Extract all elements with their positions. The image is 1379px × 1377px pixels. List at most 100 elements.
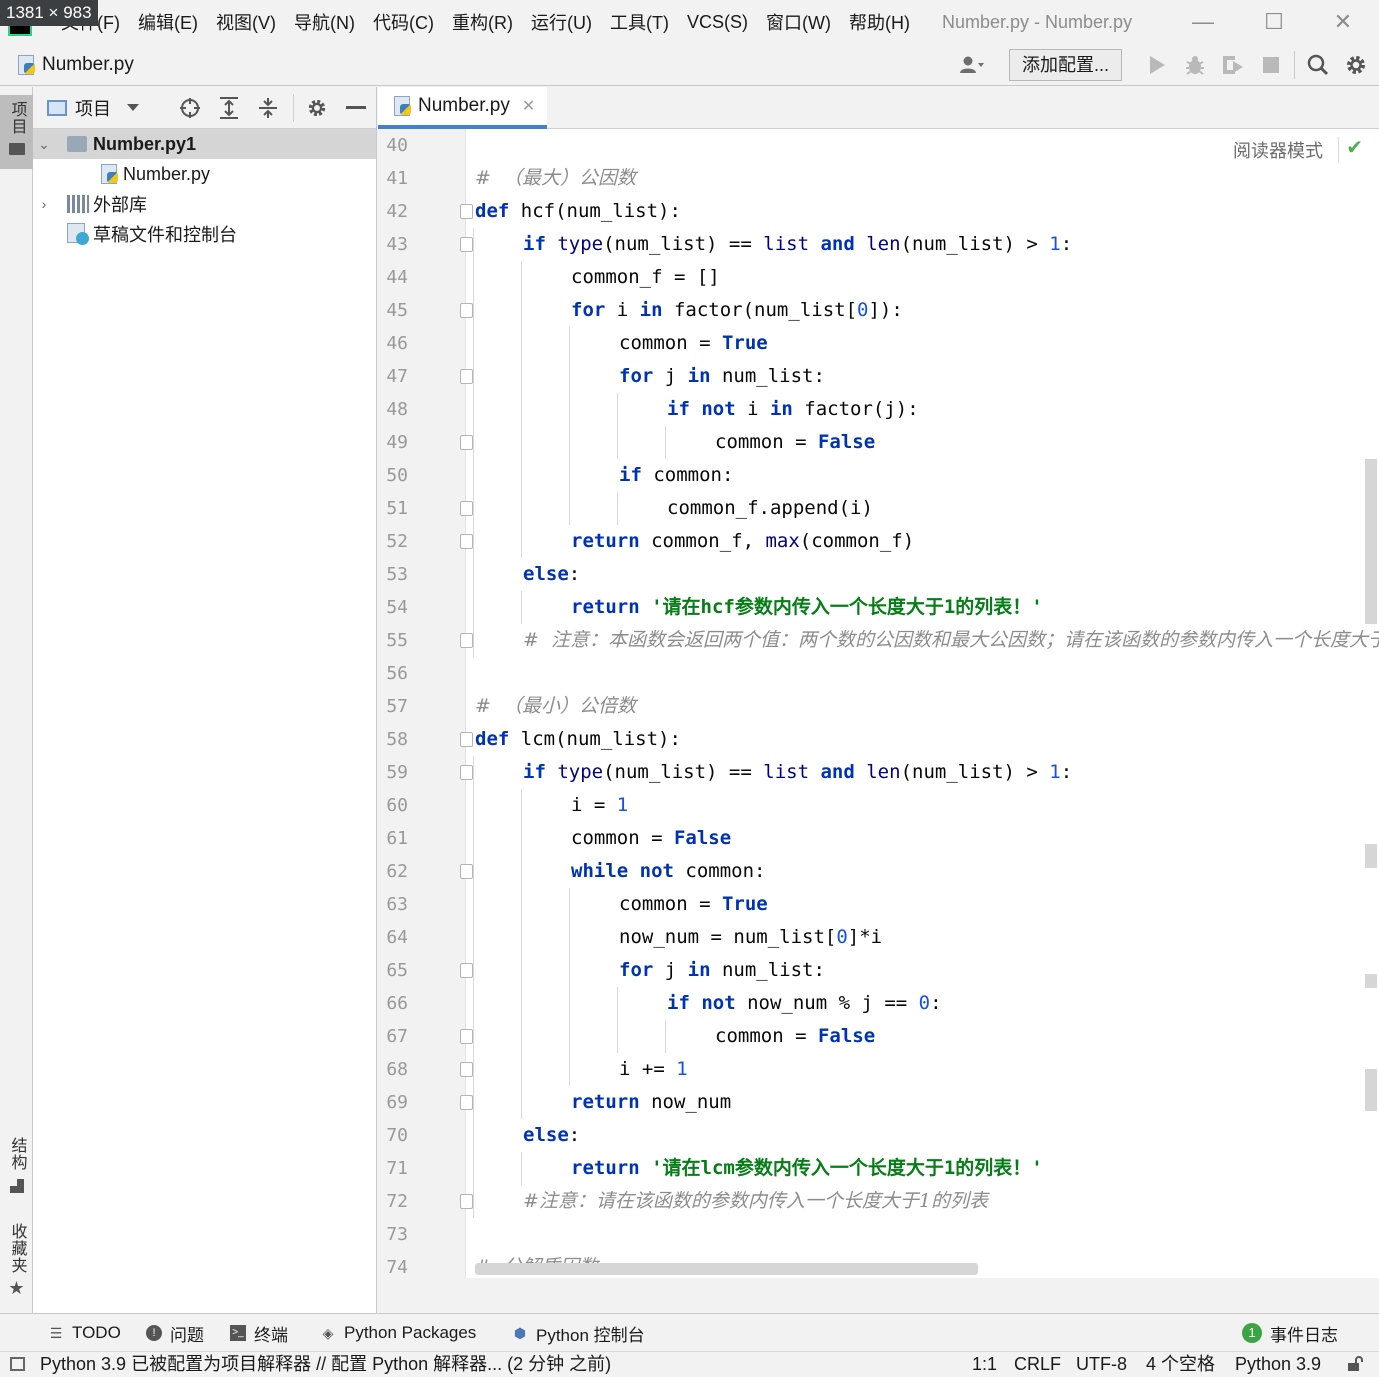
menu-vcs[interactable]: VCS(S) — [678, 12, 757, 33]
hide-panel-icon[interactable] — [341, 93, 371, 123]
menu-help[interactable]: 帮助(H) — [840, 9, 919, 35]
fold-marker-icon[interactable] — [460, 1062, 473, 1077]
project-tool-button[interactable]: 项目 — [0, 95, 33, 169]
code-line[interactable]: 46 common = True — [378, 327, 1379, 360]
code-line[interactable]: 67 common = False — [378, 1020, 1379, 1053]
code-line[interactable]: 62 while not common: — [378, 855, 1379, 888]
python-interpreter[interactable]: Python 3.9 — [1235, 1352, 1321, 1376]
code-line[interactable]: 72 #注意：请在该函数的参数内传入一个长度大于1的列表 — [378, 1185, 1379, 1218]
fold-marker-icon[interactable] — [460, 1095, 473, 1110]
line-separator[interactable]: CRLF — [1014, 1352, 1061, 1376]
chevron-down-icon[interactable]: ⌄ — [37, 136, 51, 153]
code-line[interactable]: 65 for j in num_list: — [378, 954, 1379, 987]
code-line[interactable]: 52 return common_f, max(common_f) — [378, 525, 1379, 558]
file-encoding[interactable]: UTF-8 — [1076, 1352, 1127, 1376]
fold-marker-icon[interactable] — [460, 501, 473, 516]
reader-mode-toggle[interactable]: 阅读器模式 — [1233, 137, 1323, 163]
chevron-right-icon[interactable]: › — [37, 196, 51, 212]
locate-file-icon[interactable] — [175, 93, 205, 123]
fold-marker-icon[interactable] — [460, 303, 473, 318]
fold-marker-icon[interactable] — [460, 633, 473, 648]
code-line[interactable]: 57 # （最小）公倍数 — [378, 690, 1379, 723]
fold-marker-icon[interactable] — [460, 237, 473, 252]
code-line[interactable]: 44 common_f = [] — [378, 261, 1379, 294]
menu-tools[interactable]: 工具(T) — [601, 9, 678, 35]
horizontal-scrollbar[interactable] — [475, 1263, 978, 1275]
fold-marker-icon[interactable] — [460, 534, 473, 549]
scrollbar-thumb[interactable] — [1365, 459, 1377, 624]
code-line[interactable]: 49 common = False — [378, 426, 1379, 459]
fold-marker-icon[interactable] — [460, 204, 473, 219]
code-line[interactable]: 40 — [378, 129, 1379, 162]
code-line[interactable]: 51 common_f.append(i) — [378, 492, 1379, 525]
code-line[interactable]: 54 return '请在hcf参数内传入一个长度大于1的列表！' — [378, 591, 1379, 624]
menu-navigate[interactable]: 导航(N) — [285, 9, 364, 35]
terminal-tool-button[interactable]: >_ 终端 — [230, 1314, 288, 1352]
code-line[interactable]: 64 now_num = num_list[0]*i — [378, 921, 1379, 954]
tree-item-project-root[interactable]: ⌄ Number.py1 — [33, 129, 376, 159]
code-line[interactable]: 48 if not i in factor(j): — [378, 393, 1379, 426]
tree-item-scratches[interactable]: 草稿文件和控制台 — [33, 219, 376, 249]
tool-windows-toggle-icon[interactable] — [10, 1357, 25, 1371]
status-message[interactable]: Python 3.9 已被配置为项目解释器 // 配置 Python 解释器..… — [40, 1352, 611, 1376]
maximize-button[interactable]: ☐ — [1257, 6, 1291, 38]
run-icon[interactable] — [1138, 46, 1176, 84]
fold-marker-icon[interactable] — [460, 1194, 473, 1209]
menu-code[interactable]: 代码(C) — [364, 9, 443, 35]
code-line[interactable]: 53 else: — [378, 558, 1379, 591]
unlock-icon[interactable] — [1347, 1356, 1363, 1372]
code-line[interactable]: 73 — [378, 1218, 1379, 1251]
fold-marker-icon[interactable] — [460, 963, 473, 978]
tab-number-py[interactable]: Number.py ✕ — [378, 87, 548, 129]
debug-icon[interactable] — [1176, 46, 1214, 84]
inspection-ok-icon[interactable]: ✔ — [1346, 135, 1363, 160]
fold-marker-icon[interactable] — [460, 1029, 473, 1044]
code-line[interactable]: 69 return now_num — [378, 1086, 1379, 1119]
menu-view[interactable]: 视图(V) — [207, 9, 285, 35]
caret-position[interactable]: 1:1 — [972, 1352, 997, 1376]
tree-item-external-libraries[interactable]: › 外部库 — [33, 189, 376, 219]
breadcrumb-file[interactable]: Number.py — [42, 54, 134, 76]
code-line[interactable]: 70 else: — [378, 1119, 1379, 1152]
code-line[interactable]: 41 # （最大）公因数 — [378, 162, 1379, 195]
event-log-tool-button[interactable]: 1 事件日志 — [1242, 1314, 1338, 1352]
python-packages-tool-button[interactable]: ◈ Python Packages — [320, 1314, 477, 1352]
user-account-icon[interactable] — [949, 46, 995, 84]
todo-tool-button[interactable]: ☰ TODO — [48, 1314, 121, 1352]
breadcrumb[interactable]: Number.py — [16, 44, 134, 86]
fold-marker-icon[interactable] — [460, 732, 473, 747]
stop-icon[interactable] — [1252, 46, 1290, 84]
minimize-button[interactable]: — — [1186, 6, 1220, 38]
tree-item-file[interactable]: Number.py — [33, 159, 376, 189]
code-line[interactable]: 68 i += 1 — [378, 1053, 1379, 1086]
code-line[interactable]: 61 common = False — [378, 822, 1379, 855]
add-configuration-button[interactable]: 添加配置... — [1008, 49, 1122, 81]
fold-marker-icon[interactable] — [460, 864, 473, 879]
problems-tool-button[interactable]: ! 问题 — [146, 1314, 204, 1352]
close-tab-icon[interactable]: ✕ — [522, 96, 535, 116]
code-line[interactable]: 56 — [378, 657, 1379, 690]
code-editor[interactable]: 40 41 # （最大）公因数 42 def hcf(num_list): 43 if ty… — [378, 129, 1379, 1278]
code-line[interactable]: 71 return '请在lcm参数内传入一个长度大于1的列表！' — [378, 1152, 1379, 1185]
menu-window[interactable]: 窗口(W) — [757, 9, 840, 35]
close-button[interactable]: ✕ — [1326, 6, 1360, 38]
code-line[interactable]: 42 def hcf(num_list): — [378, 195, 1379, 228]
settings-gear-icon[interactable] — [302, 93, 332, 123]
code-line[interactable]: 50 if common: — [378, 459, 1379, 492]
fold-marker-icon[interactable] — [460, 765, 473, 780]
menu-edit[interactable]: 编辑(E) — [129, 9, 207, 35]
search-icon[interactable] — [1299, 46, 1337, 84]
python-console-tool-button[interactable]: ⬢ Python 控制台 — [512, 1314, 645, 1352]
code-line[interactable]: 43 if type(num_list) == list and len(num_… — [378, 228, 1379, 261]
code-line[interactable]: 45 for i in factor(num_list[0]): — [378, 294, 1379, 327]
code-line[interactable]: 66 if not now_num % j == 0: — [378, 987, 1379, 1020]
menu-refactor[interactable]: 重构(R) — [443, 9, 522, 35]
code-line[interactable]: 60 i = 1 — [378, 789, 1379, 822]
indent-setting[interactable]: 4 个空格 — [1146, 1352, 1215, 1376]
settings-gear-icon[interactable] — [1337, 46, 1375, 84]
project-view-selector[interactable]: 项目 — [47, 95, 139, 121]
collapse-all-icon[interactable] — [253, 93, 283, 123]
expand-all-icon[interactable] — [214, 93, 244, 123]
run-with-coverage-icon[interactable] — [1214, 46, 1252, 84]
code-line[interactable]: 63 common = True — [378, 888, 1379, 921]
